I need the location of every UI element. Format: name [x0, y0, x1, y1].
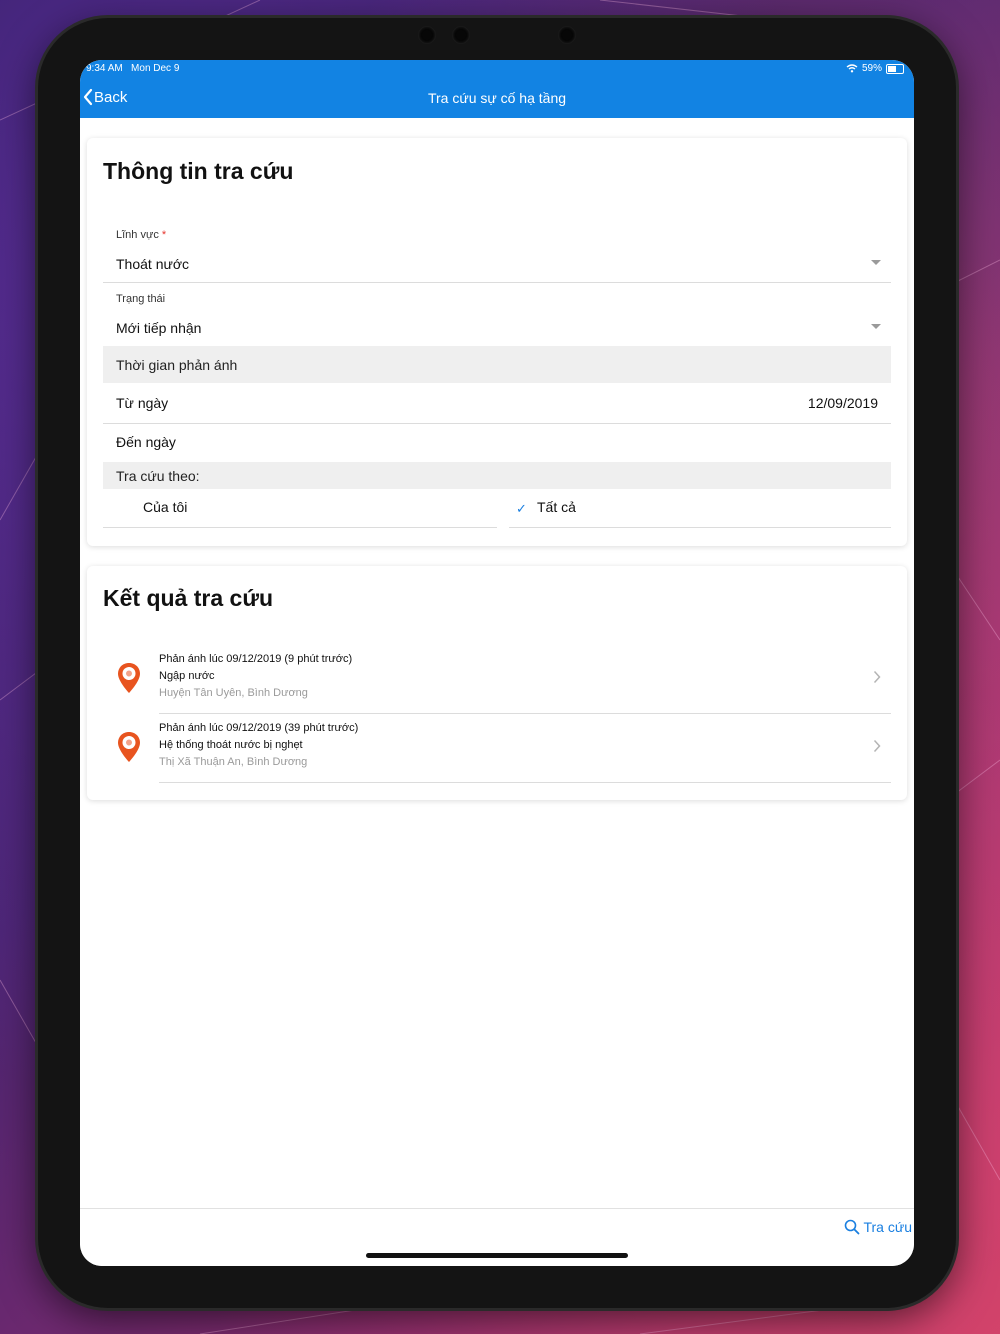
lookup-by-label: Tra cứu theo:	[116, 468, 200, 484]
result-time: Phản ánh lúc 09/12/2019 (9 phút trước)	[159, 653, 353, 665]
battery-icon	[886, 63, 904, 74]
list-item[interactable]: Phản ánh lúc 09/12/2019 (39 phút trước) …	[103, 715, 891, 783]
time-section-label: Thời gian phản ánh	[116, 357, 238, 373]
time-section-header: Thời gian phản ánh	[103, 346, 891, 383]
divider	[103, 423, 891, 424]
battery-percent: 59%	[861, 63, 882, 74]
main-content: Thông tin tra cứu Lĩnh vực * Thoát nước …	[80, 118, 914, 1208]
divider	[509, 527, 891, 528]
divider	[159, 713, 891, 714]
app-screen: 9:34 AM Mon Dec 9 59% Back Tra cứu sự cố…	[80, 60, 914, 1266]
camera-lens	[558, 26, 576, 44]
bottom-toolbar: Tra cứu	[80, 1208, 914, 1266]
result-time: Phản ánh lúc 09/12/2019 (39 phút trước)	[159, 722, 359, 734]
search-icon	[845, 1219, 860, 1235]
status-date: Mon Dec 9	[131, 63, 180, 74]
result-title: Hệ thống thoát nước bị nghẹt	[159, 739, 303, 751]
search-button-label: Tra cứu	[863, 1219, 912, 1235]
results-title: Kết quả tra cứu	[103, 585, 274, 611]
dropdown-arrow-icon	[871, 324, 881, 329]
divider	[159, 782, 891, 783]
field-label: Lĩnh vực *	[116, 229, 166, 241]
wifi-icon	[846, 64, 858, 73]
to-date-label: Đến ngày	[116, 434, 176, 450]
camera-lens	[452, 26, 470, 44]
map-pin-icon	[118, 663, 140, 693]
checkmark-icon: ✓	[516, 501, 527, 516]
divider	[103, 282, 891, 283]
lookup-by-header: Tra cứu theo:	[103, 462, 891, 489]
results-card: Kết quả tra cứu Phản ánh lúc 09/12/2019 …	[87, 566, 907, 800]
chevron-right-icon	[873, 739, 881, 753]
status-clock: 9:34 AM Mon Dec 9	[86, 63, 179, 74]
status-label: Trạng thái	[116, 293, 166, 305]
field-value: Thoát nước	[116, 256, 190, 272]
camera-lens	[418, 26, 436, 44]
option-mine[interactable]: Của tôi	[143, 499, 187, 515]
status-value: Mới tiếp nhận	[116, 320, 202, 336]
dropdown-arrow-icon	[871, 260, 881, 265]
from-date-value: 12/09/2019	[807, 395, 878, 411]
map-pin-icon	[118, 732, 140, 762]
from-date-label: Từ ngày	[116, 395, 169, 411]
result-place: Thị Xã Thuận An, Bình Dương	[159, 756, 308, 768]
required-mark: *	[161, 229, 167, 241]
home-indicator[interactable]	[366, 1253, 628, 1258]
status-time: 9:34 AM	[86, 63, 123, 74]
option-all[interactable]: Tất cả	[537, 499, 576, 515]
navigation-bar: 9:34 AM Mon Dec 9 59% Back Tra cứu sự cố…	[80, 60, 914, 118]
list-item[interactable]: Phản ánh lúc 09/12/2019 (9 phút trước) N…	[103, 646, 891, 714]
result-place: Huyện Tân Uyên, Bình Dương	[159, 687, 308, 699]
chevron-right-icon	[873, 670, 881, 684]
search-button[interactable]: Tra cứu	[844, 1219, 912, 1235]
result-title: Ngập nước	[159, 670, 215, 682]
search-info-card: Thông tin tra cứu Lĩnh vực * Thoát nước …	[87, 138, 907, 546]
search-info-title: Thông tin tra cứu	[103, 158, 294, 184]
divider	[103, 527, 497, 528]
page-title: Tra cứu sự cố hạ tầng	[427, 90, 567, 106]
field-label-text: Lĩnh vực	[116, 229, 159, 241]
status-indicators: 59%	[846, 63, 904, 74]
